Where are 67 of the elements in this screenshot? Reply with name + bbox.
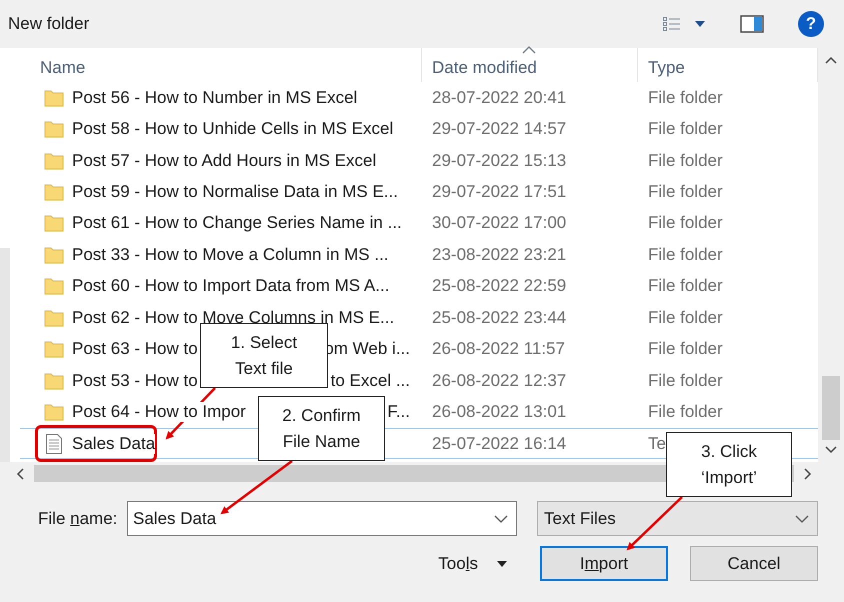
folder-icon <box>44 119 64 140</box>
date-modified: 23-08-2022 23:21 <box>431 244 566 265</box>
file-type: File folder <box>647 402 723 422</box>
caret-icon[interactable] <box>694 20 706 28</box>
folder-icon <box>44 182 64 202</box>
file-type: File folder <box>647 88 723 108</box>
date-modified: 26-08-2022 11:57 <box>431 339 565 360</box>
date-modified: 26-08-2022 13:01 <box>431 402 566 422</box>
folder-icon <box>44 402 64 422</box>
scroll-down-icon[interactable] <box>825 446 837 454</box>
file-name: Post 60 - How to Import Data from MS A... <box>72 276 390 296</box>
file-type: Te <box>647 434 666 454</box>
window-title: New folder <box>8 14 90 34</box>
folder-icon <box>44 150 64 171</box>
file-type: File folder <box>647 150 723 171</box>
date-modified: 28-07-2022 20:41 <box>431 88 566 108</box>
caret-icon[interactable] <box>496 560 508 568</box>
callout-tooltip: 1. Select Text file <box>200 323 328 388</box>
folder-icon <box>44 244 64 265</box>
file-type: File folder <box>647 276 723 296</box>
file-type: File folder <box>647 182 723 202</box>
date-modified: 29-07-2022 17:51 <box>431 182 566 202</box>
pane-scrollbar[interactable] <box>0 248 10 462</box>
file-type: File folder <box>647 213 723 234</box>
chevron-down-icon[interactable] <box>494 514 508 522</box>
scroll-right-icon[interactable] <box>804 468 812 480</box>
callout-tooltip: 2. Confirm File Name <box>258 396 385 461</box>
chevron-down-icon[interactable] <box>795 514 809 522</box>
date-modified: 25-08-2022 23:44 <box>431 308 566 328</box>
cancel-button[interactable]: Cancel <box>690 546 818 581</box>
file-name: Post 61 - How to Change Series Name in ... <box>72 213 402 234</box>
callout-tooltip: 3. Click ‘Import’ <box>666 432 792 497</box>
date-modified: 25-07-2022 16:14 <box>431 434 566 454</box>
date-modified: 26-08-2022 12:37 <box>431 370 566 391</box>
text-file-icon <box>44 432 64 455</box>
folder-icon <box>44 213 64 234</box>
help-button[interactable]: ? <box>798 11 824 37</box>
file-name-label: File name: <box>38 508 118 528</box>
tools-menu[interactable]: Tools <box>438 554 508 574</box>
file-name: F... <box>387 402 410 422</box>
scrollbar-thumb[interactable] <box>822 376 840 440</box>
file-name: Post 64 - How to Impor <box>72 402 246 422</box>
file-name: to Excel ... <box>330 370 410 391</box>
file-type: File folder <box>647 308 723 328</box>
file-type: File folder <box>647 370 723 391</box>
scroll-left-icon[interactable] <box>16 468 24 480</box>
file-type: File folder <box>647 119 723 140</box>
date-modified: 30-07-2022 17:00 <box>431 213 566 234</box>
folder-icon <box>44 308 64 328</box>
file-name-field[interactable]: Sales Data <box>127 501 517 536</box>
folder-icon <box>44 88 64 108</box>
file-type: File folder <box>647 339 723 360</box>
scroll-up-icon[interactable] <box>825 56 837 64</box>
arrow <box>626 496 683 550</box>
date-modified: 29-07-2022 14:57 <box>431 119 566 140</box>
file-type: File folder <box>647 244 723 265</box>
date-modified: 25-08-2022 22:59 <box>431 276 566 296</box>
folder-icon <box>44 339 64 360</box>
import-button[interactable]: Import <box>540 546 668 581</box>
file-type-dropdown[interactable]: Text Files <box>537 501 818 536</box>
column-header[interactable]: Name <box>20 48 422 82</box>
view-icon[interactable] <box>662 16 682 32</box>
folder-icon <box>44 276 64 296</box>
column-header[interactable]: Date modified <box>422 48 638 82</box>
date-modified: 29-07-2022 15:13 <box>431 150 566 171</box>
preview-pane-icon[interactable] <box>740 15 764 33</box>
folder-icon <box>44 370 64 391</box>
